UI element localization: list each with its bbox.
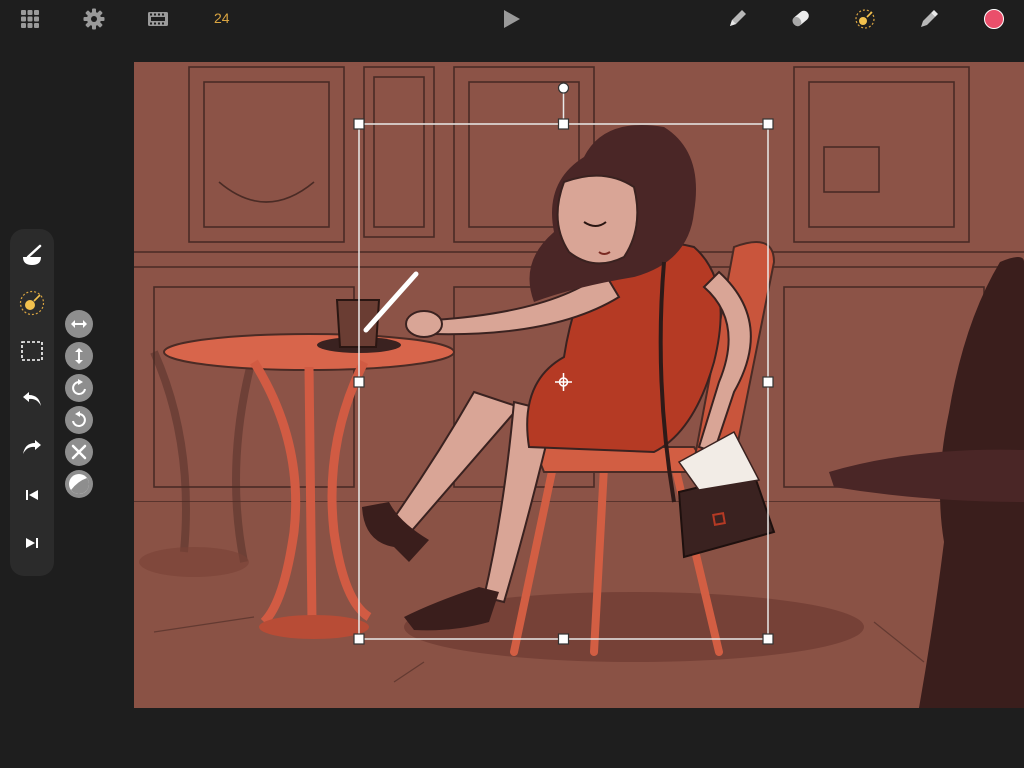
brush-tool-icon[interactable] — [18, 241, 46, 269]
next-frame-icon[interactable] — [18, 529, 46, 557]
frame-rate-label[interactable]: 24 — [214, 10, 230, 26]
pencil-icon[interactable] — [725, 7, 749, 31]
grid-icon[interactable] — [18, 7, 42, 31]
eraser-icon[interactable] — [788, 7, 812, 31]
transform-tool-icon[interactable] — [18, 289, 46, 317]
drawing-canvas[interactable] — [134, 62, 1024, 708]
film-strip-icon[interactable] — [146, 7, 170, 31]
half-circle-icon[interactable] — [65, 470, 93, 498]
top-toolbar: 24 — [0, 0, 1024, 38]
redo-icon[interactable] — [18, 433, 46, 461]
color-swatch[interactable] — [982, 7, 1006, 31]
artwork-illustration — [134, 62, 1024, 708]
selection-tool-icon[interactable] — [18, 337, 46, 365]
eyedropper-icon[interactable] — [917, 7, 941, 31]
sparkle-brush-icon[interactable] — [853, 7, 877, 31]
previous-frame-icon[interactable] — [18, 481, 46, 509]
reset-transform-icon[interactable] — [65, 438, 93, 466]
rotate-clockwise-icon[interactable] — [65, 374, 93, 402]
rotate-handle[interactable] — [557, 82, 570, 94]
left-toolbar — [10, 229, 54, 576]
gear-icon[interactable] — [82, 7, 106, 31]
undo-icon[interactable] — [18, 385, 46, 413]
play-icon[interactable] — [499, 7, 523, 31]
rotate-counterclockwise-icon[interactable] — [65, 406, 93, 434]
flip-horizontal-icon[interactable] — [65, 310, 93, 338]
flip-vertical-icon[interactable] — [65, 342, 93, 370]
